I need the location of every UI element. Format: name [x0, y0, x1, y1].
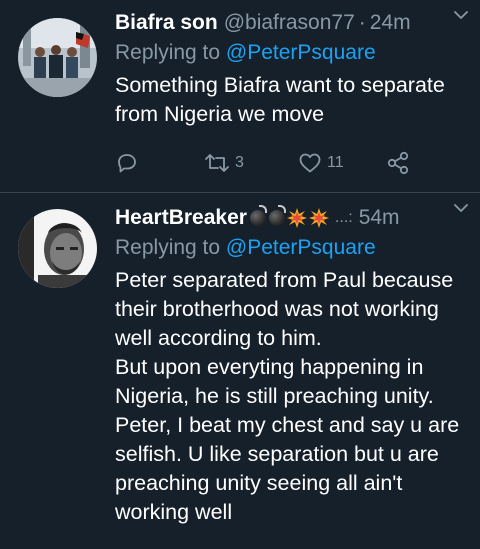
tweet-text-line: Peter separated from Paul because: [115, 268, 454, 292]
like-count: 11: [327, 154, 344, 171]
tweet-text-line: Something Biafra want to separate: [115, 73, 445, 97]
tweet-header: HeartBreaker ...: 54m: [115, 203, 470, 233]
separator-dot: ·: [358, 11, 366, 34]
tweet-text-line: from Nigeria we move: [115, 102, 325, 126]
chevron-down-icon[interactable]: [454, 203, 468, 213]
bomb-emoji-icon: [268, 205, 286, 226]
tweet-text-line: Peter, I beat my chest and say u are: [115, 413, 460, 437]
replying-to: Replying to @PeterPsquare: [115, 233, 470, 263]
tweet-card[interactable]: Biafra son @biafrason77 · 24m Replying t…: [0, 0, 480, 193]
reply-icon: [118, 154, 136, 173]
tweet-text-line: selfish. U like separation but u are: [115, 442, 439, 466]
tweet-content: HeartBreaker ...: 54m Replying to @Peter…: [115, 203, 470, 527]
display-name[interactable]: HeartBreaker: [115, 206, 247, 230]
mention-link[interactable]: @PeterPsquare: [226, 236, 376, 259]
tweet-text-line: But upon everyting happening in: [115, 355, 424, 379]
display-name[interactable]: Biafra son: [115, 11, 218, 35]
retweet-count: 3: [235, 154, 244, 171]
share-icon: [387, 151, 409, 175]
tweet-text: Something Biafra want to separate from N…: [115, 71, 470, 129]
mention-link[interactable]: @PeterPsquare: [226, 41, 376, 64]
chevron-down-icon[interactable]: [454, 10, 468, 20]
user-handle[interactable]: @biafrason77: [224, 11, 355, 35]
avatar[interactable]: [18, 209, 97, 288]
tweet-text-line: working well: [115, 500, 233, 524]
retweet-icon: [205, 154, 229, 172]
tweet-feed: Biafra son @biafrason77 · 24m Replying t…: [0, 0, 480, 549]
collision-emoji-icon: [308, 208, 329, 228]
like-button[interactable]: 11: [297, 148, 344, 178]
collision-emoji-icon: [286, 208, 307, 228]
tweet-actions: 3 11: [115, 148, 415, 178]
tweet-text-line: their brotherhood was not working: [115, 297, 439, 321]
heart-icon: [299, 153, 321, 173]
replying-to-label: Replying to: [115, 236, 226, 259]
timestamp[interactable]: 54m: [359, 206, 400, 230]
tweet-text-line: Nigeria, he is still preaching unity.: [115, 384, 434, 408]
tweet-text: Peter separated from Paul because their …: [115, 266, 470, 527]
retweet-button[interactable]: 3: [203, 148, 244, 178]
tweet-text-line: well according to him.: [115, 326, 322, 350]
avatar-photo: [18, 18, 97, 97]
avatar[interactable]: [18, 18, 97, 97]
reply-button[interactable]: [115, 148, 139, 178]
bomb-emoji-icon: [249, 205, 267, 226]
tweet-content: Biafra son @biafrason77 · 24m Replying t…: [115, 8, 470, 129]
replying-to-label: Replying to: [115, 41, 226, 64]
replying-to: Replying to @PeterPsquare: [115, 38, 470, 68]
tweet-header: Biafra son @biafrason77 · 24m: [115, 8, 470, 38]
avatar-photo: [18, 209, 97, 288]
tweet-card[interactable]: HeartBreaker ...: 54m Replying to @Peter…: [0, 193, 480, 549]
share-button[interactable]: [385, 148, 411, 178]
tweet-text-line: preaching unity seeing all ain't: [115, 471, 403, 495]
truncated-handle[interactable]: ...:: [335, 209, 353, 227]
timestamp[interactable]: 24m: [370, 11, 411, 35]
